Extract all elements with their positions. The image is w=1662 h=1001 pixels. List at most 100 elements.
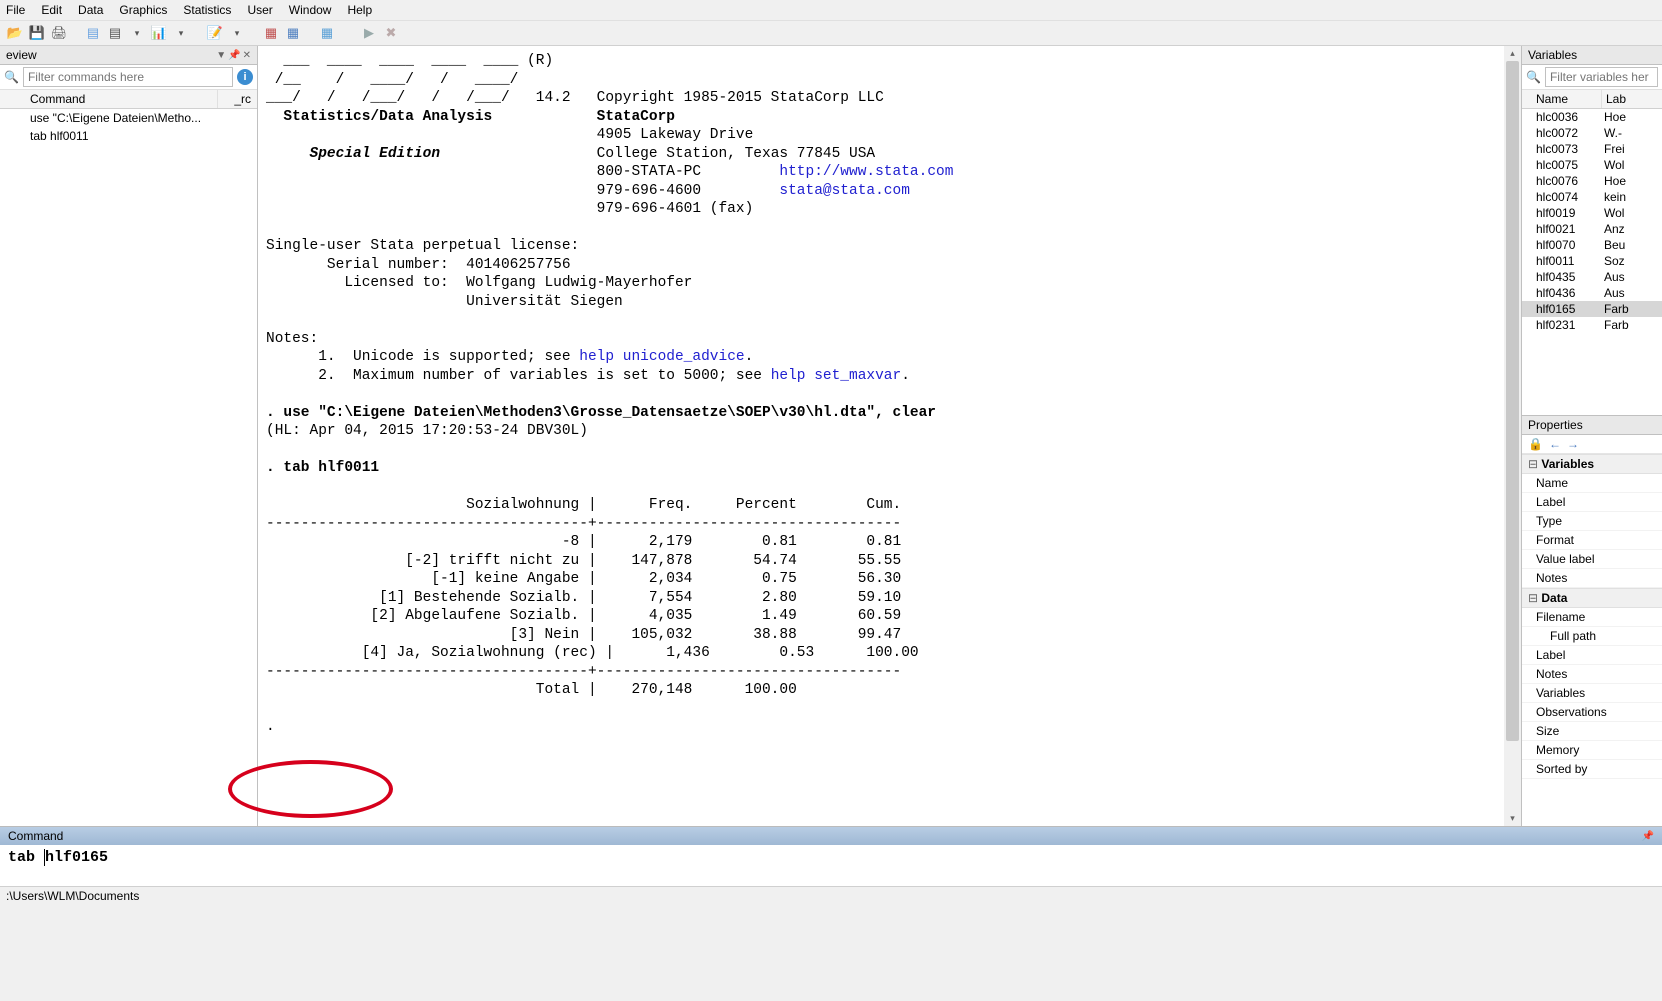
properties-title: Properties <box>1528 418 1583 432</box>
property-row[interactable]: Label <box>1522 493 1662 512</box>
output-text: Licensed to: Wolfgang Ludwig-Mayerhofer <box>266 275 692 291</box>
property-row[interactable]: Format <box>1522 531 1662 550</box>
banner-text: ___ ____ ____ ____ ____ (R) <box>266 53 553 69</box>
data-editor-icon[interactable]: ▦ <box>262 24 280 42</box>
menu-window[interactable]: Window <box>289 3 332 17</box>
variable-row[interactable]: hlf0011Soz <box>1522 253 1662 269</box>
table-row: [-2] trifft nicht zu | 147,878 54.74 55.… <box>266 553 901 569</box>
variable-row[interactable]: hlc0072W.- <box>1522 125 1662 141</box>
property-row[interactable]: Filename <box>1522 608 1662 627</box>
variable-row[interactable]: hlc0074kein <box>1522 189 1662 205</box>
var-label: Farb <box>1602 302 1662 316</box>
variables-header: Name Lab <box>1522 90 1662 109</box>
property-row[interactable]: Sorted by <box>1522 760 1662 779</box>
output-text: 800-STATA-PC <box>266 164 779 180</box>
output-text: . <box>901 368 910 384</box>
scroll-thumb[interactable] <box>1506 61 1519 741</box>
help-link[interactable]: help unicode_advice <box>579 349 744 365</box>
review-col-command[interactable]: Command <box>0 90 217 108</box>
scroll-up-icon[interactable]: ▴ <box>1504 46 1521 61</box>
status-bar: :\Users\WLM\Documents <box>0 886 1662 905</box>
review-item[interactable]: use "C:\Eigene Dateien\Metho... <box>0 109 257 127</box>
menu-data[interactable]: Data <box>78 3 103 17</box>
continue-icon[interactable]: ▶ <box>360 24 378 42</box>
property-row[interactable]: Notes <box>1522 665 1662 684</box>
variable-row[interactable]: hlc0075Wol <box>1522 157 1662 173</box>
props-section-variables[interactable]: Variables <box>1522 454 1662 474</box>
dropdown1-icon[interactable]: ▾ <box>128 24 146 42</box>
menu-statistics[interactable]: Statistics <box>183 3 231 17</box>
var-col-name[interactable]: Name <box>1522 90 1602 108</box>
save-icon[interactable]: 💾 <box>28 24 46 42</box>
variable-row[interactable]: hlf0435Aus <box>1522 269 1662 285</box>
review-filter-input[interactable] <box>23 67 233 87</box>
email-link[interactable]: stata@stata.com <box>779 183 910 199</box>
property-row[interactable]: Value label <box>1522 550 1662 569</box>
results-output[interactable]: ___ ____ ____ ____ ____ (R) /__ / ____/ … <box>258 46 1521 826</box>
table-row: [1] Bestehende Sozialb. | 7,554 2.80 59.… <box>266 590 901 606</box>
property-row[interactable]: Notes <box>1522 569 1662 588</box>
property-row[interactable]: Name <box>1522 474 1662 493</box>
command-input[interactable]: tab hlf0165 <box>0 845 1662 886</box>
output-text: Single-user Stata perpetual license: <box>266 238 579 254</box>
property-row[interactable]: Label <box>1522 646 1662 665</box>
menu-graphics[interactable]: Graphics <box>119 3 167 17</box>
variables-manager-icon[interactable]: ▦ <box>318 24 336 42</box>
close-icon[interactable]: ✕ <box>243 50 251 61</box>
property-row[interactable]: Type <box>1522 512 1662 531</box>
menu-user[interactable]: User <box>247 3 272 17</box>
output-text: 979-696-4601 (fax) <box>266 201 753 217</box>
var-name: hlc0076 <box>1522 174 1602 188</box>
var-col-label[interactable]: Lab <box>1602 90 1662 108</box>
do-editor-icon[interactable]: 📝 <box>206 24 224 42</box>
variable-row[interactable]: hlf0070Beu <box>1522 237 1662 253</box>
print-icon[interactable]: 🖨 <box>50 24 68 42</box>
table-total: Total | 270,148 100.00 <box>266 682 797 698</box>
output-text: (HL: Apr 04, 2015 17:20:53-24 DBV30L) <box>266 423 588 439</box>
props-section-data[interactable]: Data <box>1522 588 1662 608</box>
viewer-icon[interactable]: ▤ <box>106 24 124 42</box>
variable-row[interactable]: hlf0436Aus <box>1522 285 1662 301</box>
variable-row[interactable]: hlf0231Farb <box>1522 317 1662 333</box>
review-col-rc[interactable]: _rc <box>217 90 257 108</box>
menu-file[interactable]: File <box>6 3 25 17</box>
open-icon[interactable]: 📂 <box>6 24 24 42</box>
lock-icon[interactable]: 🔒 <box>1528 437 1543 451</box>
variable-row[interactable]: hlf0019Wol <box>1522 205 1662 221</box>
variable-row[interactable]: hlf0021Anz <box>1522 221 1662 237</box>
dropdown3-icon[interactable]: ▾ <box>228 24 246 42</box>
pin-icon[interactable]: 📌 <box>228 50 240 61</box>
property-row[interactable]: Variables <box>1522 684 1662 703</box>
menu-edit[interactable]: Edit <box>41 3 62 17</box>
prev-icon[interactable]: ← <box>1549 437 1561 451</box>
var-label: Aus <box>1602 270 1662 284</box>
property-row[interactable]: Memory <box>1522 741 1662 760</box>
menu-help[interactable]: Help <box>347 3 372 17</box>
data-browser-icon[interactable]: ▦ <box>284 24 302 42</box>
variable-row[interactable]: hlc0073Frei <box>1522 141 1662 157</box>
variable-row[interactable]: hlc0036Hoe <box>1522 109 1662 125</box>
next-icon[interactable]: → <box>1567 437 1579 451</box>
info-icon[interactable]: i <box>237 69 253 85</box>
graph-icon[interactable]: 📊 <box>150 24 168 42</box>
variable-row[interactable]: hlf0165Farb <box>1522 301 1662 317</box>
break-icon[interactable]: ✖ <box>382 24 400 42</box>
banner-text: /__ / ____/ / ____/ <box>266 72 518 88</box>
url-link[interactable]: http://www.stata.com <box>779 164 953 180</box>
funnel-icon[interactable]: ▼ <box>216 50 226 61</box>
review-item[interactable]: tab hlf0011 <box>0 127 257 145</box>
results-scrollbar[interactable]: ▴ ▾ <box>1504 46 1521 826</box>
results-panel: ___ ____ ____ ____ ____ (R) /__ / ____/ … <box>258 46 1522 826</box>
help-link[interactable]: help set_maxvar <box>771 368 902 384</box>
variable-row[interactable]: hlc0076Hoe <box>1522 173 1662 189</box>
property-row[interactable]: Observations <box>1522 703 1662 722</box>
property-row[interactable]: Full path <box>1522 627 1662 646</box>
review-panel: eview ▼ 📌 ✕ 🔍 i Command _rc use "C:\Eige… <box>0 46 258 826</box>
log-icon[interactable]: ▤ <box>84 24 102 42</box>
variables-filter-input[interactable] <box>1545 67 1658 87</box>
property-row[interactable]: Size <box>1522 722 1662 741</box>
pin-icon[interactable]: 📌 <box>1642 831 1654 842</box>
dropdown2-icon[interactable]: ▾ <box>172 24 190 42</box>
variables-list[interactable]: hlc0036Hoehlc0072W.-hlc0073Freihlc0075Wo… <box>1522 109 1662 415</box>
scroll-down-icon[interactable]: ▾ <box>1504 811 1521 826</box>
